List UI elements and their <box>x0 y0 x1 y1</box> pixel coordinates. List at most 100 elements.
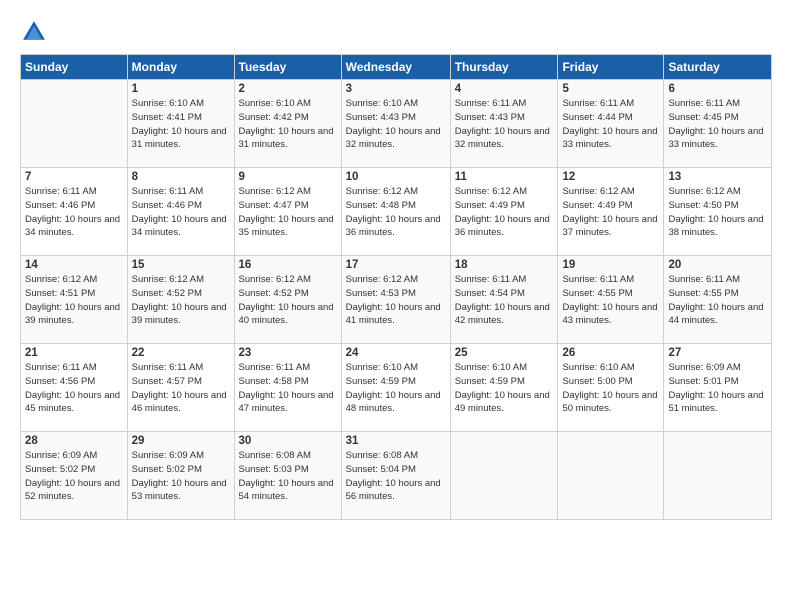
day-info: Sunrise: 6:11 AM Sunset: 4:54 PM Dayligh… <box>455 273 554 328</box>
table-row: 19 Sunrise: 6:11 AM Sunset: 4:55 PM Dayli… <box>558 256 664 344</box>
table-row: 22 Sunrise: 6:11 AM Sunset: 4:57 PM Dayli… <box>127 344 234 432</box>
table-row: 13 Sunrise: 6:12 AM Sunset: 4:50 PM Dayli… <box>664 168 772 256</box>
day-info: Sunrise: 6:10 AM Sunset: 4:59 PM Dayligh… <box>346 361 446 416</box>
day-number: 19 <box>562 259 659 271</box>
day-number: 12 <box>562 171 659 183</box>
day-number: 6 <box>668 83 767 95</box>
calendar-table: Sunday Monday Tuesday Wednesday Thursday… <box>20 54 772 520</box>
week-row-0: 1 Sunrise: 6:10 AM Sunset: 4:41 PM Daylig… <box>21 80 772 168</box>
day-info: Sunrise: 6:12 AM Sunset: 4:52 PM Dayligh… <box>239 273 337 328</box>
table-row: 9 Sunrise: 6:12 AM Sunset: 4:47 PM Daylig… <box>234 168 341 256</box>
day-number: 26 <box>562 347 659 359</box>
day-info: Sunrise: 6:12 AM Sunset: 4:53 PM Dayligh… <box>346 273 446 328</box>
day-info: Sunrise: 6:10 AM Sunset: 4:59 PM Dayligh… <box>455 361 554 416</box>
day-number: 20 <box>668 259 767 271</box>
week-row-4: 28 Sunrise: 6:09 AM Sunset: 5:02 PM Dayli… <box>21 432 772 520</box>
table-row: 6 Sunrise: 6:11 AM Sunset: 4:45 PM Daylig… <box>664 80 772 168</box>
table-row: 31Sunrise: 6:08 AM Sunset: 5:04 PM Dayli… <box>341 432 450 520</box>
col-friday: Friday <box>558 55 664 80</box>
day-info: Sunrise: 6:10 AM Sunset: 4:41 PM Dayligh… <box>132 97 230 152</box>
table-row: 7Sunrise: 6:11 AM Sunset: 4:46 PM Daylig… <box>21 168 128 256</box>
table-row: 20 Sunrise: 6:11 AM Sunset: 4:55 PM Dayli… <box>664 256 772 344</box>
day-info: Sunrise: 6:11 AM Sunset: 4:57 PM Dayligh… <box>132 361 230 416</box>
day-info: Sunrise: 6:10 AM Sunset: 5:00 PM Dayligh… <box>562 361 659 416</box>
table-row: 10 Sunrise: 6:12 AM Sunset: 4:48 PM Dayli… <box>341 168 450 256</box>
day-number: 5 <box>562 83 659 95</box>
day-info: Sunrise: 6:12 AM Sunset: 4:52 PM Dayligh… <box>132 273 230 328</box>
day-info: Sunrise: 6:08 AM Sunset: 5:03 PM Dayligh… <box>239 449 337 504</box>
day-info: Sunrise: 6:12 AM Sunset: 4:48 PM Dayligh… <box>346 185 446 240</box>
table-row: 18 Sunrise: 6:11 AM Sunset: 4:54 PM Dayli… <box>450 256 558 344</box>
day-number: 9 <box>239 171 337 183</box>
col-saturday: Saturday <box>664 55 772 80</box>
table-row: 28 Sunrise: 6:09 AM Sunset: 5:02 PM Dayli… <box>21 432 128 520</box>
day-number: 3 <box>346 83 446 95</box>
table-row: 30 Sunrise: 6:08 AM Sunset: 5:03 PM Dayli… <box>234 432 341 520</box>
day-info: Sunrise: 6:11 AM Sunset: 4:55 PM Dayligh… <box>562 273 659 328</box>
day-number: 27 <box>668 347 767 359</box>
day-number: 24 <box>346 347 446 359</box>
day-info: Sunrise: 6:11 AM Sunset: 4:46 PM Dayligh… <box>25 185 123 240</box>
day-number: 4 <box>455 83 554 95</box>
col-wednesday: Wednesday <box>341 55 450 80</box>
day-number: 31 <box>346 435 446 447</box>
day-number: 14 <box>25 259 123 271</box>
week-row-3: 21Sunrise: 6:11 AM Sunset: 4:56 PM Dayli… <box>21 344 772 432</box>
table-row: 16 Sunrise: 6:12 AM Sunset: 4:52 PM Dayli… <box>234 256 341 344</box>
day-number: 22 <box>132 347 230 359</box>
table-row: 11Sunrise: 6:12 AM Sunset: 4:49 PM Dayli… <box>450 168 558 256</box>
day-number: 2 <box>239 83 337 95</box>
table-row: 8Sunrise: 6:11 AM Sunset: 4:46 PM Daylig… <box>127 168 234 256</box>
table-row: 12Sunrise: 6:12 AM Sunset: 4:49 PM Dayli… <box>558 168 664 256</box>
col-tuesday: Tuesday <box>234 55 341 80</box>
table-row <box>21 80 128 168</box>
table-row: 27 Sunrise: 6:09 AM Sunset: 5:01 PM Dayli… <box>664 344 772 432</box>
table-row: 29 Sunrise: 6:09 AM Sunset: 5:02 PM Dayli… <box>127 432 234 520</box>
day-number: 28 <box>25 435 123 447</box>
header-area <box>20 18 772 46</box>
header-row: Sunday Monday Tuesday Wednesday Thursday… <box>21 55 772 80</box>
week-row-1: 7Sunrise: 6:11 AM Sunset: 4:46 PM Daylig… <box>21 168 772 256</box>
day-number: 16 <box>239 259 337 271</box>
day-info: Sunrise: 6:09 AM Sunset: 5:02 PM Dayligh… <box>132 449 230 504</box>
table-row: 1 Sunrise: 6:10 AM Sunset: 4:41 PM Daylig… <box>127 80 234 168</box>
day-number: 15 <box>132 259 230 271</box>
day-number: 29 <box>132 435 230 447</box>
table-row: 23 Sunrise: 6:11 AM Sunset: 4:58 PM Dayli… <box>234 344 341 432</box>
day-number: 1 <box>132 83 230 95</box>
table-row <box>664 432 772 520</box>
day-number: 18 <box>455 259 554 271</box>
page: Sunday Monday Tuesday Wednesday Thursday… <box>0 0 792 612</box>
day-info: Sunrise: 6:11 AM Sunset: 4:46 PM Dayligh… <box>132 185 230 240</box>
day-number: 11 <box>455 171 554 183</box>
week-row-2: 14 Sunrise: 6:12 AM Sunset: 4:51 PM Dayli… <box>21 256 772 344</box>
day-info: Sunrise: 6:10 AM Sunset: 4:43 PM Dayligh… <box>346 97 446 152</box>
table-row: 17 Sunrise: 6:12 AM Sunset: 4:53 PM Dayli… <box>341 256 450 344</box>
day-info: Sunrise: 6:11 AM Sunset: 4:58 PM Dayligh… <box>239 361 337 416</box>
day-info: Sunrise: 6:12 AM Sunset: 4:47 PM Dayligh… <box>239 185 337 240</box>
table-row: 24 Sunrise: 6:10 AM Sunset: 4:59 PM Dayli… <box>341 344 450 432</box>
col-sunday: Sunday <box>21 55 128 80</box>
day-info: Sunrise: 6:11 AM Sunset: 4:43 PM Dayligh… <box>455 97 554 152</box>
day-info: Sunrise: 6:10 AM Sunset: 4:42 PM Dayligh… <box>239 97 337 152</box>
day-number: 30 <box>239 435 337 447</box>
table-row: 26 Sunrise: 6:10 AM Sunset: 5:00 PM Dayli… <box>558 344 664 432</box>
day-info: Sunrise: 6:12 AM Sunset: 4:51 PM Dayligh… <box>25 273 123 328</box>
day-info: Sunrise: 6:11 AM Sunset: 4:55 PM Dayligh… <box>668 273 767 328</box>
col-monday: Monday <box>127 55 234 80</box>
day-info: Sunrise: 6:11 AM Sunset: 4:45 PM Dayligh… <box>668 97 767 152</box>
table-row: 2 Sunrise: 6:10 AM Sunset: 4:42 PM Daylig… <box>234 80 341 168</box>
day-number: 17 <box>346 259 446 271</box>
day-number: 25 <box>455 347 554 359</box>
table-row: 15 Sunrise: 6:12 AM Sunset: 4:52 PM Dayli… <box>127 256 234 344</box>
table-row: 25 Sunrise: 6:10 AM Sunset: 4:59 PM Dayli… <box>450 344 558 432</box>
day-info: Sunrise: 6:09 AM Sunset: 5:02 PM Dayligh… <box>25 449 123 504</box>
day-info: Sunrise: 6:12 AM Sunset: 4:50 PM Dayligh… <box>668 185 767 240</box>
day-number: 10 <box>346 171 446 183</box>
day-number: 23 <box>239 347 337 359</box>
day-info: Sunrise: 6:11 AM Sunset: 4:44 PM Dayligh… <box>562 97 659 152</box>
table-row: 21Sunrise: 6:11 AM Sunset: 4:56 PM Dayli… <box>21 344 128 432</box>
day-info: Sunrise: 6:09 AM Sunset: 5:01 PM Dayligh… <box>668 361 767 416</box>
day-number: 13 <box>668 171 767 183</box>
table-row <box>450 432 558 520</box>
